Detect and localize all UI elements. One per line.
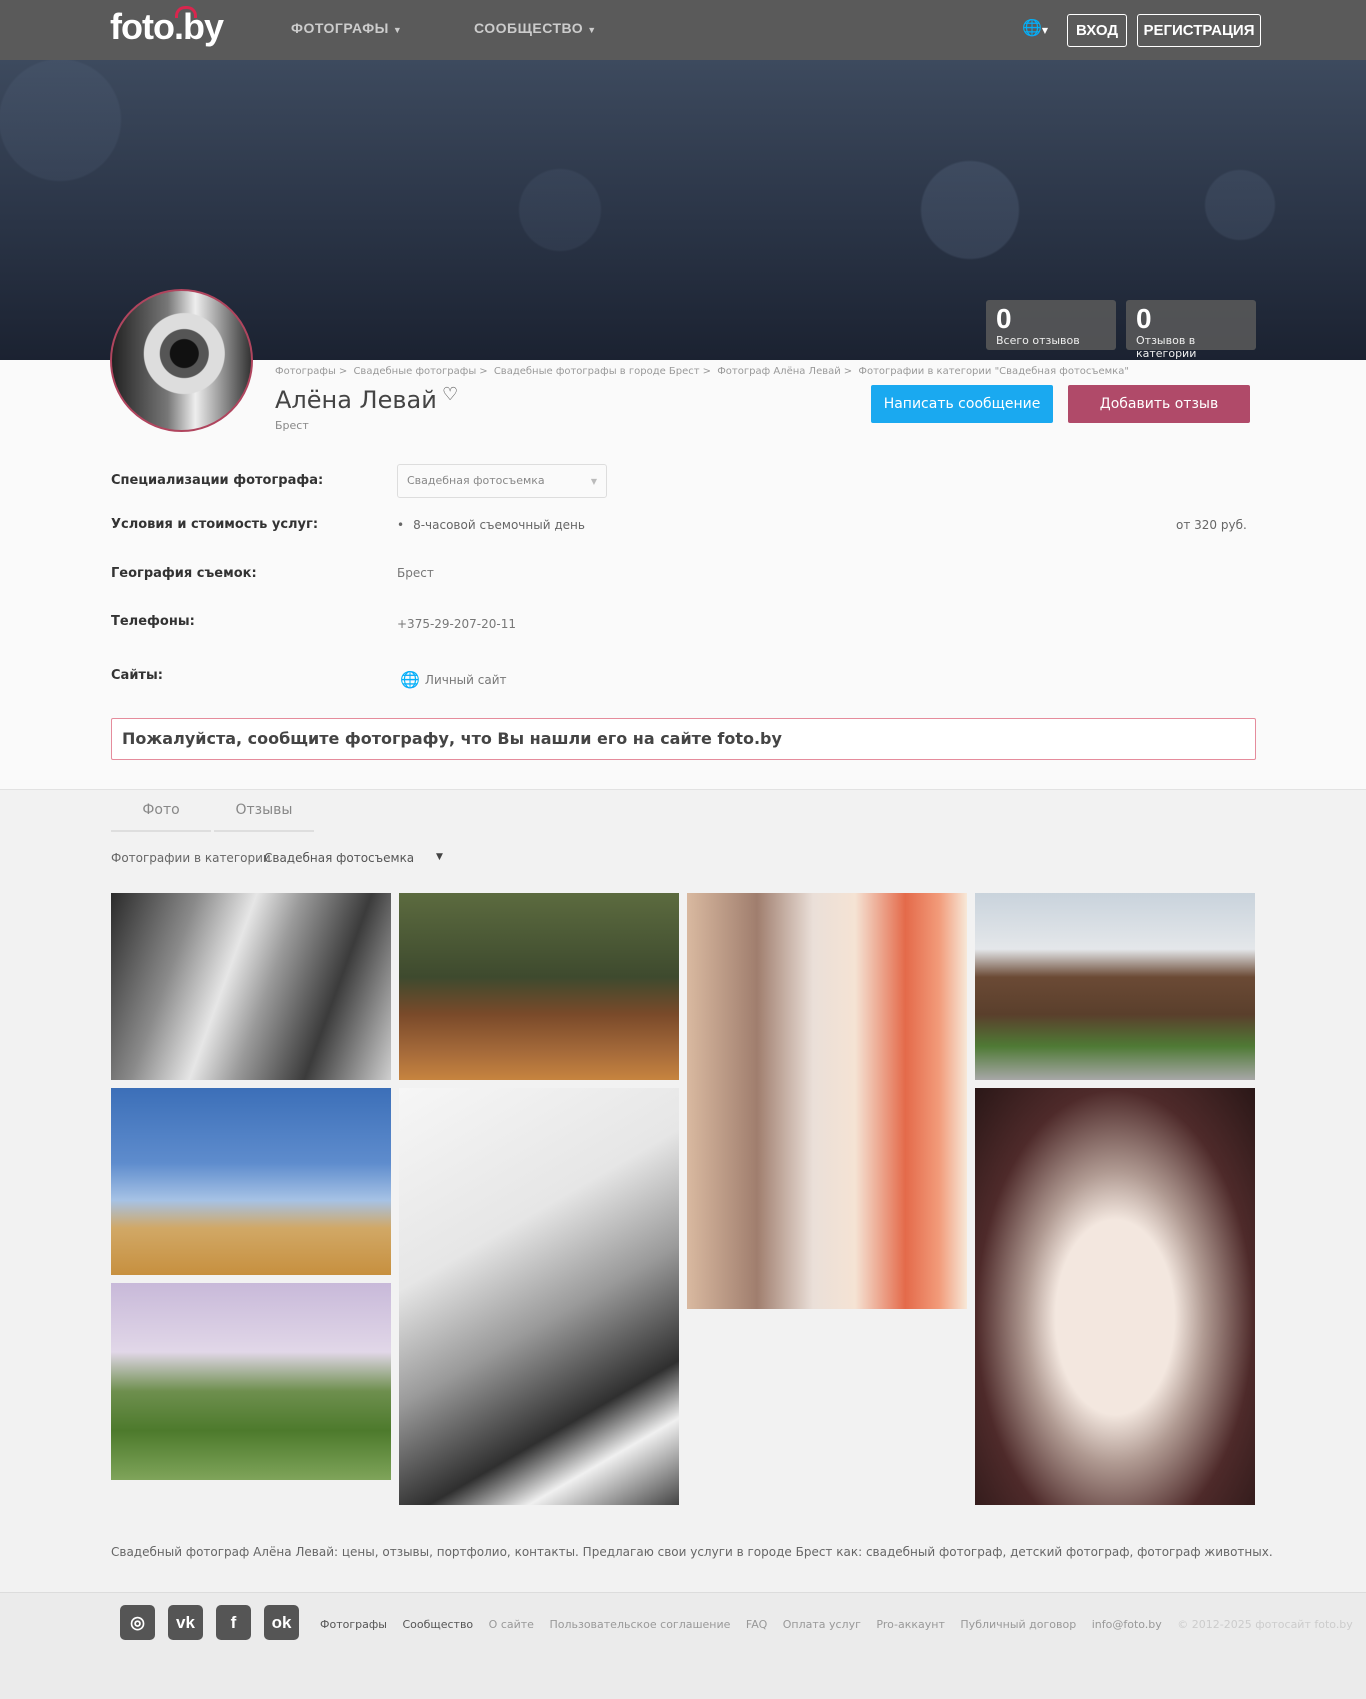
tab-reviews[interactable]: Отзывы xyxy=(214,790,314,832)
seo-description: Свадебный фотограф Алёна Левай: цены, от… xyxy=(111,1545,1273,1559)
phone-number[interactable]: +375-29-207-20-11 xyxy=(397,617,516,631)
site-logo[interactable]: foto.by xyxy=(110,6,224,48)
caret-down-icon[interactable]: ▼ xyxy=(436,852,443,862)
breadcrumb: Фотографы > Свадебные фотографы > Свадебны… xyxy=(275,366,1129,377)
nav-community[interactable]: СООБЩЕСТВО ▼ xyxy=(474,20,597,36)
vk-icon[interactable]: vk xyxy=(168,1605,203,1640)
personal-site-label: Личный сайт xyxy=(424,672,507,687)
personal-site-link[interactable]: 🌐 Личный сайт xyxy=(400,670,507,689)
specializations-label: Специализации фотографа: xyxy=(111,473,324,488)
category-filter-label: Фотографии в категории xyxy=(111,851,271,865)
footer-link[interactable]: Pro-аккаунт xyxy=(876,1618,945,1631)
category-reviews-stat: 0 Отзывов в категории xyxy=(1126,300,1256,360)
avatar xyxy=(110,289,253,432)
caret-down-icon: ▼ xyxy=(590,477,597,486)
instagram-icon[interactable]: ◎ xyxy=(120,1605,155,1640)
footer-link[interactable]: FAQ xyxy=(746,1618,767,1631)
phones-label: Телефоны: xyxy=(111,614,195,629)
facebook-icon[interactable]: f xyxy=(216,1605,251,1640)
bullet-icon: • xyxy=(397,518,405,532)
gallery-photo[interactable] xyxy=(399,893,679,1080)
service-name: 8-часовой съемочный день xyxy=(413,518,585,532)
geography-label: География съемок: xyxy=(111,566,257,581)
footer-links: Фотографы Сообщество О сайте Пользовател… xyxy=(320,1618,1353,1631)
tab-photos[interactable]: Фото xyxy=(111,790,211,832)
nav-photographers-label: ФОТОГРАФЫ xyxy=(291,20,389,36)
breadcrumb-item[interactable]: Свадебные фотографы xyxy=(353,366,476,377)
top-navigation-bar: foto.by ФОТОГРАФЫ ▼ СООБЩЕСТВО ▼ 🌐▼ ВХОД Р… xyxy=(0,0,1366,60)
footer-link[interactable]: Пользовательское соглашение xyxy=(549,1618,730,1631)
footer-link[interactable]: Публичный договор xyxy=(960,1618,1076,1631)
total-reviews-label: Всего отзывов xyxy=(996,334,1080,347)
photographer-name: Алёна Левай xyxy=(275,386,437,414)
category-filter-select[interactable]: Свадебная фотосъемка xyxy=(264,851,414,865)
language-globe-icon[interactable]: 🌐▼ xyxy=(1022,18,1048,37)
breadcrumb-item[interactable]: Свадебные фотографы в городе Брест xyxy=(494,366,700,377)
photographer-city: Брест xyxy=(275,419,309,432)
gallery-photo[interactable] xyxy=(975,1088,1255,1505)
breadcrumb-item: Фотографии в категории "Свадебная фотосъ… xyxy=(858,366,1129,377)
footer xyxy=(0,1592,1366,1699)
gallery-photo[interactable] xyxy=(975,893,1255,1080)
breadcrumb-item[interactable]: Фотографы xyxy=(275,366,336,377)
logo-roof-icon xyxy=(175,6,197,18)
specialization-select-value: Свадебная фотосъемка xyxy=(407,474,545,487)
footer-link[interactable]: Фотографы xyxy=(320,1618,387,1631)
favorite-heart-icon[interactable]: ♡ xyxy=(442,384,458,405)
footer-link[interactable]: О сайте xyxy=(489,1618,534,1631)
nav-community-label: СООБЩЕСТВО xyxy=(474,20,584,36)
notice-banner: Пожалуйста, сообщите фотографу, что Вы н… xyxy=(111,718,1256,760)
footer-link[interactable]: info@foto.by xyxy=(1092,1618,1162,1631)
gallery-photo[interactable] xyxy=(111,1283,391,1480)
category-reviews-label: Отзывов в категории xyxy=(1136,334,1197,360)
breadcrumb-item[interactable]: Фотограф Алёна Левай xyxy=(717,366,841,377)
service-price: от 320 руб. xyxy=(1176,518,1247,532)
footer-link[interactable]: Оплата услуг xyxy=(783,1618,861,1631)
globe-icon: 🌐 xyxy=(400,670,420,689)
footer-link[interactable]: Сообщество xyxy=(402,1618,473,1631)
register-button[interactable]: РЕГИСТРАЦИЯ xyxy=(1137,14,1261,47)
add-review-button[interactable]: Добавить отзыв xyxy=(1068,385,1250,423)
geography-value: Брест xyxy=(397,566,434,580)
nav-photographers[interactable]: ФОТОГРАФЫ ▼ xyxy=(291,20,402,36)
total-reviews-count: 0 xyxy=(996,303,1012,334)
caret-down-icon: ▼ xyxy=(587,25,597,35)
gallery-photo[interactable] xyxy=(111,1088,391,1275)
write-message-button[interactable]: Написать сообщение xyxy=(871,385,1053,423)
sites-label: Сайты: xyxy=(111,668,163,683)
category-reviews-count: 0 xyxy=(1136,303,1152,334)
service-item: • 8-часовой съемочный день xyxy=(397,518,585,532)
gallery-photo[interactable] xyxy=(399,1088,679,1505)
odnoklassniki-icon[interactable]: ok xyxy=(264,1605,299,1640)
specialization-select[interactable]: Свадебная фотосъемка ▼ xyxy=(397,464,607,498)
login-button[interactable]: ВХОД xyxy=(1067,14,1127,47)
caret-down-icon: ▼ xyxy=(392,25,403,35)
gallery-photo[interactable] xyxy=(111,893,391,1080)
gallery-photo[interactable] xyxy=(687,893,967,1309)
services-label: Условия и стоимость услуг: xyxy=(111,517,319,532)
copyright: © 2012-2025 фотосайт foto.by xyxy=(1177,1618,1353,1631)
total-reviews-stat: 0 Всего отзывов xyxy=(986,300,1116,350)
